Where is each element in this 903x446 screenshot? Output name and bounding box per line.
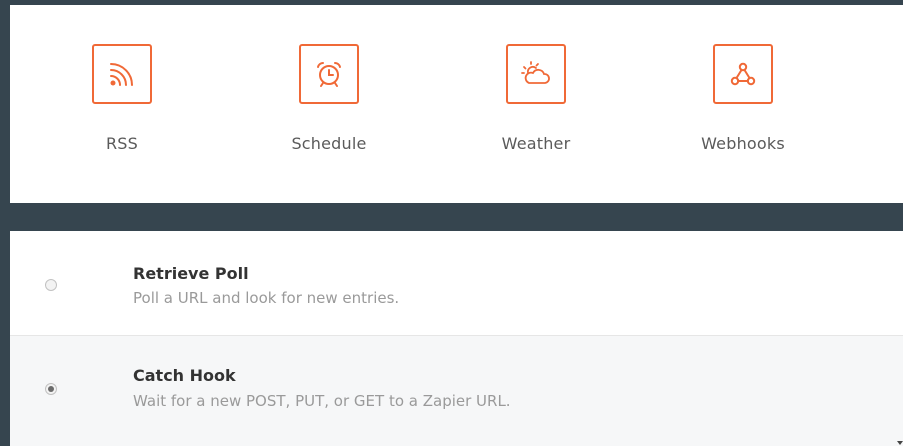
rss-tile[interactable] bbox=[92, 44, 152, 104]
radio-catch-hook[interactable] bbox=[45, 383, 57, 395]
app-schedule[interactable]: Schedule bbox=[269, 44, 389, 153]
webhook-icon bbox=[730, 62, 756, 86]
alarm-clock-icon bbox=[317, 62, 341, 87]
option-catch-hook[interactable]: Catch Hook Wait for a new POST, PUT, or … bbox=[10, 336, 903, 446]
trigger-options-panel: Retrieve Poll Poll a URL and look for ne… bbox=[10, 231, 903, 446]
app-webhooks[interactable]: Webhooks bbox=[683, 44, 803, 153]
rss-icon bbox=[110, 63, 133, 86]
option-retrieve-poll[interactable]: Retrieve Poll Poll a URL and look for ne… bbox=[10, 231, 903, 336]
option-title: Retrieve Poll bbox=[133, 264, 249, 283]
app-rss[interactable]: RSS bbox=[62, 44, 182, 153]
app-weather[interactable]: Weather bbox=[476, 44, 596, 153]
schedule-tile[interactable] bbox=[299, 44, 359, 104]
app-picker-panel: RSS Schedule Weather Webhooks bbox=[10, 5, 903, 203]
webhooks-tile[interactable] bbox=[713, 44, 773, 104]
option-description: Wait for a new POST, PUT, or GET to a Za… bbox=[133, 392, 511, 410]
option-description: Poll a URL and look for new entries. bbox=[133, 289, 400, 307]
sun-cloud-icon bbox=[521, 61, 550, 84]
radio-retrieve-poll[interactable] bbox=[45, 279, 57, 291]
scroll-corner-icon bbox=[897, 441, 903, 445]
app-label-schedule: Schedule bbox=[291, 134, 367, 153]
app-label-webhooks: Webhooks bbox=[701, 134, 785, 153]
radio-selected-dot bbox=[48, 386, 54, 392]
weather-tile[interactable] bbox=[506, 44, 566, 104]
option-title: Catch Hook bbox=[133, 366, 236, 385]
app-label-rss: RSS bbox=[105, 134, 139, 153]
app-label-weather: Weather bbox=[501, 134, 571, 153]
